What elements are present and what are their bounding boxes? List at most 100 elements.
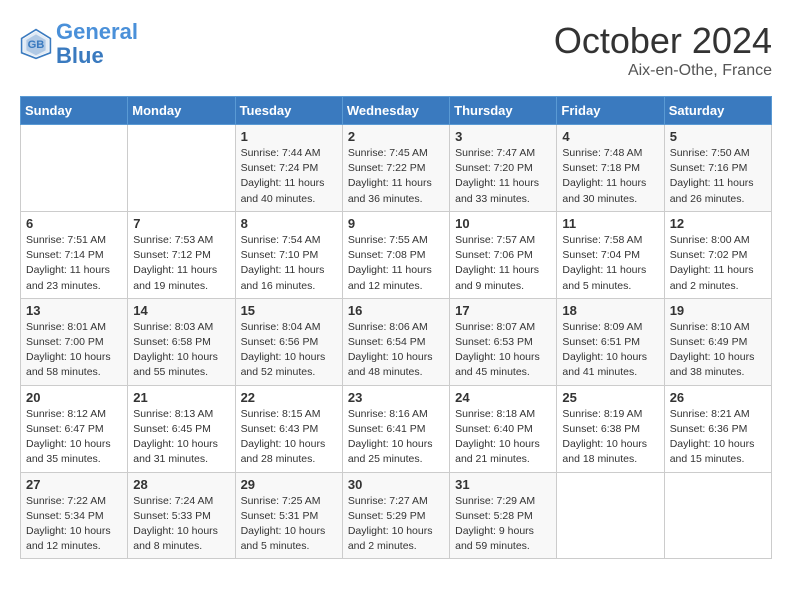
header-row: Sunday Monday Tuesday Wednesday Thursday… bbox=[21, 97, 772, 125]
month-title: October 2024 bbox=[554, 20, 772, 62]
calendar-cell: 24 Sunrise: 8:18 AMSunset: 6:40 PMDayligh… bbox=[450, 385, 557, 472]
calendar-cell: 6Sunrise: 7:51 AMSunset: 7:14 PMDaylight… bbox=[21, 211, 128, 298]
day-info: Sunrise: 8:13 AMSunset: 6:45 PMDaylight:… bbox=[133, 407, 229, 468]
day-number: 11 bbox=[562, 216, 658, 231]
day-number: 6 bbox=[26, 216, 122, 231]
calendar-cell: 27 Sunrise: 7:22 AMSunset: 5:34 PMDayligh… bbox=[21, 472, 128, 559]
calendar-week-0: 1Sunrise: 7:44 AMSunset: 7:24 PMDaylight… bbox=[21, 125, 772, 212]
day-info: Sunrise: 8:10 AMSunset: 6:49 PMDaylight:… bbox=[670, 320, 766, 381]
day-number: 25 bbox=[562, 390, 658, 405]
day-number: 24 bbox=[455, 390, 551, 405]
day-number: 14 bbox=[133, 303, 229, 318]
day-number: 26 bbox=[670, 390, 766, 405]
day-number: 23 bbox=[348, 390, 444, 405]
calendar-cell: 25Sunrise: 8:19 AMSunset: 6:38 PMDayligh… bbox=[557, 385, 664, 472]
day-info: Sunrise: 8:21 AMSunset: 6:36 PMDaylight:… bbox=[670, 407, 766, 468]
calendar-cell: 15 Sunrise: 8:04 AMSunset: 6:56 PMDayligh… bbox=[235, 298, 342, 385]
day-number: 29 bbox=[241, 477, 337, 492]
header-wednesday: Wednesday bbox=[342, 97, 449, 125]
day-number: 16 bbox=[348, 303, 444, 318]
calendar-week-4: 27 Sunrise: 7:22 AMSunset: 5:34 PMDayligh… bbox=[21, 472, 772, 559]
day-info: Sunrise: 8:00 AMSunset: 7:02 PMDaylight:… bbox=[670, 233, 766, 294]
calendar-cell: 2Sunrise: 7:45 AMSunset: 7:22 PMDaylight… bbox=[342, 125, 449, 212]
calendar-cell: 30 Sunrise: 7:27 AMSunset: 5:29 PMDayligh… bbox=[342, 472, 449, 559]
day-info: Sunrise: 8:12 AMSunset: 6:47 PMDaylight:… bbox=[26, 407, 122, 468]
day-info: Sunrise: 8:16 AMSunset: 6:41 PMDaylight:… bbox=[348, 407, 444, 468]
calendar-cell: 28 Sunrise: 7:24 AMSunset: 5:33 PMDayligh… bbox=[128, 472, 235, 559]
calendar-cell: 4 Sunrise: 7:48 AMSunset: 7:18 PMDaylight… bbox=[557, 125, 664, 212]
day-info: Sunrise: 8:04 AMSunset: 6:56 PMDaylight:… bbox=[241, 320, 337, 381]
calendar-week-3: 20 Sunrise: 8:12 AMSunset: 6:47 PMDayligh… bbox=[21, 385, 772, 472]
calendar-cell: 7 Sunrise: 7:53 AMSunset: 7:12 PMDaylight… bbox=[128, 211, 235, 298]
day-number: 13 bbox=[26, 303, 122, 318]
page-header: GB GeneralBlue October 2024 Aix-en-Othe,… bbox=[20, 20, 772, 80]
calendar-header: Sunday Monday Tuesday Wednesday Thursday… bbox=[21, 97, 772, 125]
day-number: 19 bbox=[670, 303, 766, 318]
header-monday: Monday bbox=[128, 97, 235, 125]
calendar-cell: 31Sunrise: 7:29 AMSunset: 5:28 PMDayligh… bbox=[450, 472, 557, 559]
calendar-cell: 16 Sunrise: 8:06 AMSunset: 6:54 PMDayligh… bbox=[342, 298, 449, 385]
calendar-cell: 20 Sunrise: 8:12 AMSunset: 6:47 PMDayligh… bbox=[21, 385, 128, 472]
day-info: Sunrise: 7:48 AMSunset: 7:18 PMDaylight:… bbox=[562, 146, 658, 207]
day-number: 27 bbox=[26, 477, 122, 492]
header-sunday: Sunday bbox=[21, 97, 128, 125]
header-friday: Friday bbox=[557, 97, 664, 125]
day-number: 31 bbox=[455, 477, 551, 492]
day-info: Sunrise: 7:57 AMSunset: 7:06 PMDaylight:… bbox=[455, 233, 551, 294]
header-thursday: Thursday bbox=[450, 97, 557, 125]
calendar-table: Sunday Monday Tuesday Wednesday Thursday… bbox=[20, 96, 772, 559]
calendar-cell: 22Sunrise: 8:15 AMSunset: 6:43 PMDayligh… bbox=[235, 385, 342, 472]
day-number: 4 bbox=[562, 129, 658, 144]
calendar-cell bbox=[664, 472, 771, 559]
calendar-cell: 11Sunrise: 7:58 AMSunset: 7:04 PMDayligh… bbox=[557, 211, 664, 298]
calendar-cell: 9 Sunrise: 7:55 AMSunset: 7:08 PMDaylight… bbox=[342, 211, 449, 298]
day-info: Sunrise: 7:27 AMSunset: 5:29 PMDaylight:… bbox=[348, 494, 444, 555]
day-number: 3 bbox=[455, 129, 551, 144]
calendar-cell: 21 Sunrise: 8:13 AMSunset: 6:45 PMDayligh… bbox=[128, 385, 235, 472]
day-info: Sunrise: 7:24 AMSunset: 5:33 PMDaylight:… bbox=[133, 494, 229, 555]
calendar-cell: 23 Sunrise: 8:16 AMSunset: 6:41 PMDayligh… bbox=[342, 385, 449, 472]
day-info: Sunrise: 8:09 AMSunset: 6:51 PMDaylight:… bbox=[562, 320, 658, 381]
day-number: 20 bbox=[26, 390, 122, 405]
day-number: 28 bbox=[133, 477, 229, 492]
calendar-cell: 1Sunrise: 7:44 AMSunset: 7:24 PMDaylight… bbox=[235, 125, 342, 212]
day-info: Sunrise: 8:01 AMSunset: 7:00 PMDaylight:… bbox=[26, 320, 122, 381]
calendar-cell bbox=[557, 472, 664, 559]
calendar-cell bbox=[21, 125, 128, 212]
day-info: Sunrise: 7:53 AMSunset: 7:12 PMDaylight:… bbox=[133, 233, 229, 294]
calendar-cell: 13 Sunrise: 8:01 AMSunset: 7:00 PMDayligh… bbox=[21, 298, 128, 385]
day-info: Sunrise: 8:03 AMSunset: 6:58 PMDaylight:… bbox=[133, 320, 229, 381]
day-info: Sunrise: 7:22 AMSunset: 5:34 PMDaylight:… bbox=[26, 494, 122, 555]
day-info: Sunrise: 8:18 AMSunset: 6:40 PMDaylight:… bbox=[455, 407, 551, 468]
calendar-cell: 10 Sunrise: 7:57 AMSunset: 7:06 PMDayligh… bbox=[450, 211, 557, 298]
calendar-cell: 14 Sunrise: 8:03 AMSunset: 6:58 PMDayligh… bbox=[128, 298, 235, 385]
day-number: 9 bbox=[348, 216, 444, 231]
calendar-cell: 8 Sunrise: 7:54 AMSunset: 7:10 PMDaylight… bbox=[235, 211, 342, 298]
day-number: 17 bbox=[455, 303, 551, 318]
calendar-cell: 12Sunrise: 8:00 AMSunset: 7:02 PMDayligh… bbox=[664, 211, 771, 298]
day-number: 10 bbox=[455, 216, 551, 231]
day-number: 21 bbox=[133, 390, 229, 405]
day-info: Sunrise: 7:45 AMSunset: 7:22 PMDaylight:… bbox=[348, 146, 444, 207]
calendar-cell: 29 Sunrise: 7:25 AMSunset: 5:31 PMDayligh… bbox=[235, 472, 342, 559]
day-number: 8 bbox=[241, 216, 337, 231]
day-info: Sunrise: 8:07 AMSunset: 6:53 PMDaylight:… bbox=[455, 320, 551, 381]
calendar-cell bbox=[128, 125, 235, 212]
day-info: Sunrise: 7:55 AMSunset: 7:08 PMDaylight:… bbox=[348, 233, 444, 294]
location: Aix-en-Othe, France bbox=[554, 62, 772, 80]
day-number: 5 bbox=[670, 129, 766, 144]
day-number: 30 bbox=[348, 477, 444, 492]
logo: GB GeneralBlue bbox=[20, 20, 138, 68]
day-number: 7 bbox=[133, 216, 229, 231]
day-info: Sunrise: 8:15 AMSunset: 6:43 PMDaylight:… bbox=[241, 407, 337, 468]
calendar-cell: 17 Sunrise: 8:07 AMSunset: 6:53 PMDayligh… bbox=[450, 298, 557, 385]
calendar-cell: 18 Sunrise: 8:09 AMSunset: 6:51 PMDayligh… bbox=[557, 298, 664, 385]
day-info: Sunrise: 8:06 AMSunset: 6:54 PMDaylight:… bbox=[348, 320, 444, 381]
day-number: 15 bbox=[241, 303, 337, 318]
day-number: 18 bbox=[562, 303, 658, 318]
header-saturday: Saturday bbox=[664, 97, 771, 125]
day-info: Sunrise: 7:54 AMSunset: 7:10 PMDaylight:… bbox=[241, 233, 337, 294]
day-info: Sunrise: 7:25 AMSunset: 5:31 PMDaylight:… bbox=[241, 494, 337, 555]
day-info: Sunrise: 7:47 AMSunset: 7:20 PMDaylight:… bbox=[455, 146, 551, 207]
day-info: Sunrise: 7:44 AMSunset: 7:24 PMDaylight:… bbox=[241, 146, 337, 207]
